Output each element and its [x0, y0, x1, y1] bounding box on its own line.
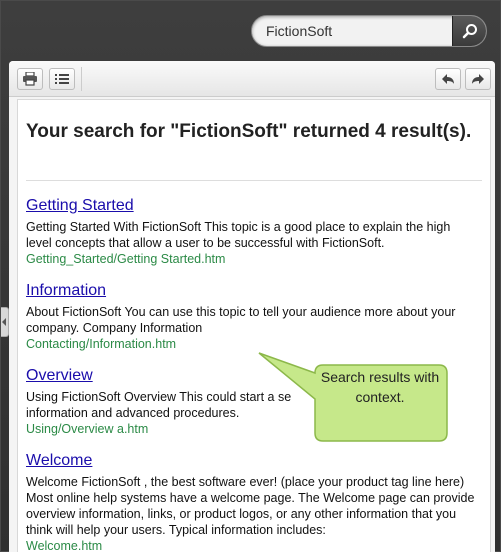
chevron-left-icon: [2, 318, 6, 326]
print-button[interactable]: [17, 68, 43, 90]
forward-button[interactable]: [465, 68, 491, 90]
result-title-link[interactable]: Welcome: [26, 451, 476, 471]
results-heading: Your search for "FictionSoft" returned 4…: [26, 121, 472, 142]
result-url: Getting_Started/Getting Started.htm: [26, 252, 226, 266]
divider: [26, 180, 482, 181]
search-results-content: Your search for "FictionSoft" returned 4…: [17, 99, 491, 552]
search-input[interactable]: [252, 16, 452, 46]
result-summary: Getting Started With FictionSoft This to…: [26, 220, 451, 250]
toolbar-divider: [81, 67, 82, 91]
printer-icon: [23, 72, 37, 86]
result-title-link[interactable]: Information: [26, 281, 476, 301]
back-button[interactable]: [435, 68, 461, 90]
app-window: Your search for "FictionSoft" returned 4…: [0, 0, 501, 552]
search-box: [251, 15, 487, 47]
search-icon: [462, 24, 477, 39]
result-item: Getting Started Getting Started With Fic…: [26, 196, 476, 267]
list-icon: [55, 74, 69, 84]
result-url: Welcome.htm: [26, 539, 103, 552]
result-title-link[interactable]: Getting Started: [26, 196, 476, 216]
callout: Search results with context.: [253, 347, 453, 447]
toolbar: [9, 61, 495, 97]
result-summary: Welcome FictionSoft , the best software …: [26, 475, 475, 537]
sidebar-collapse-handle[interactable]: [1, 307, 9, 337]
toc-button[interactable]: [49, 68, 75, 90]
help-panel: Your search for "FictionSoft" returned 4…: [9, 61, 495, 552]
callout-text: Search results with context.: [320, 369, 440, 405]
back-arrow-icon: [442, 74, 454, 84]
search-button[interactable]: [452, 16, 486, 46]
result-summary: About FictionSoft You can use this topic…: [26, 305, 456, 335]
result-item: Information About FictionSoft You can us…: [26, 281, 476, 352]
result-item: Welcome Welcome FictionSoft , the best s…: [26, 451, 476, 552]
forward-arrow-icon: [472, 74, 484, 84]
